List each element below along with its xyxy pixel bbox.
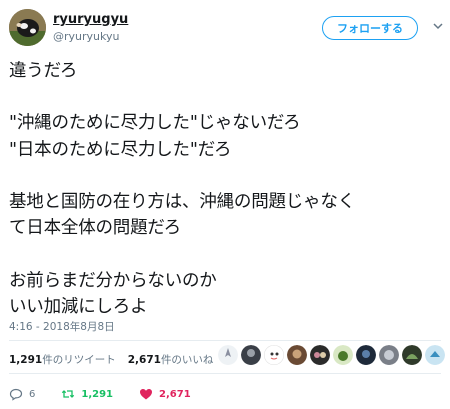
reply-button[interactable]: 6 xyxy=(9,387,35,401)
retweet-button[interactable]: 1,291 xyxy=(61,387,113,401)
divider xyxy=(9,373,441,374)
liker-avatar[interactable] xyxy=(218,345,238,365)
liker-avatar[interactable] xyxy=(379,345,399,365)
liker-avatar[interactable] xyxy=(241,345,261,365)
follow-button[interactable]: フォローする xyxy=(322,16,418,40)
chevron-down-icon[interactable] xyxy=(432,20,444,32)
like-stat[interactable]: 2,671件のいいね xyxy=(128,352,214,367)
user-handle[interactable]: @ryuryukyu xyxy=(53,30,119,43)
liker-avatar[interactable] xyxy=(310,345,330,365)
like-count: 2,671 xyxy=(159,388,191,400)
retweet-count: 1,291 xyxy=(81,388,114,400)
reply-count: 6 xyxy=(29,388,36,400)
like-stat-label: 件のいいね xyxy=(160,354,214,366)
retweet-icon xyxy=(62,390,75,398)
divider xyxy=(9,340,441,341)
tweet-text: 違うだろ "沖縄のために尽力した"じゃないだろ "日本のために尽力した"だろ 基… xyxy=(9,61,355,317)
display-name[interactable]: ryuryugyu xyxy=(53,12,128,27)
liker-avatar[interactable] xyxy=(356,345,376,365)
reply-icon xyxy=(9,388,23,401)
heart-icon xyxy=(140,389,153,400)
tweet-timestamp[interactable]: 4:16 - 2018年8月8日 xyxy=(9,319,115,334)
engagement-stats: 1,291件のリツイート 2,671件のいいね xyxy=(9,352,213,367)
liker-avatar[interactable] xyxy=(333,345,353,365)
liker-avatar[interactable] xyxy=(264,345,284,365)
cow-avatar-icon xyxy=(9,9,46,46)
like-stat-count: 2,671 xyxy=(127,354,161,366)
retweet-stat-label: 件のリツイート xyxy=(42,354,116,366)
like-button[interactable]: 2,671 xyxy=(139,387,191,401)
avatar[interactable] xyxy=(9,9,46,46)
liker-avatars xyxy=(218,345,445,365)
action-bar: 6 1,291 2,671 xyxy=(9,387,217,401)
liker-avatar[interactable] xyxy=(402,345,422,365)
retweet-stat[interactable]: 1,291件のリツイート xyxy=(9,352,116,367)
retweet-stat-count: 1,291 xyxy=(9,354,43,366)
liker-avatar[interactable] xyxy=(425,345,445,365)
liker-avatar[interactable] xyxy=(287,345,307,365)
